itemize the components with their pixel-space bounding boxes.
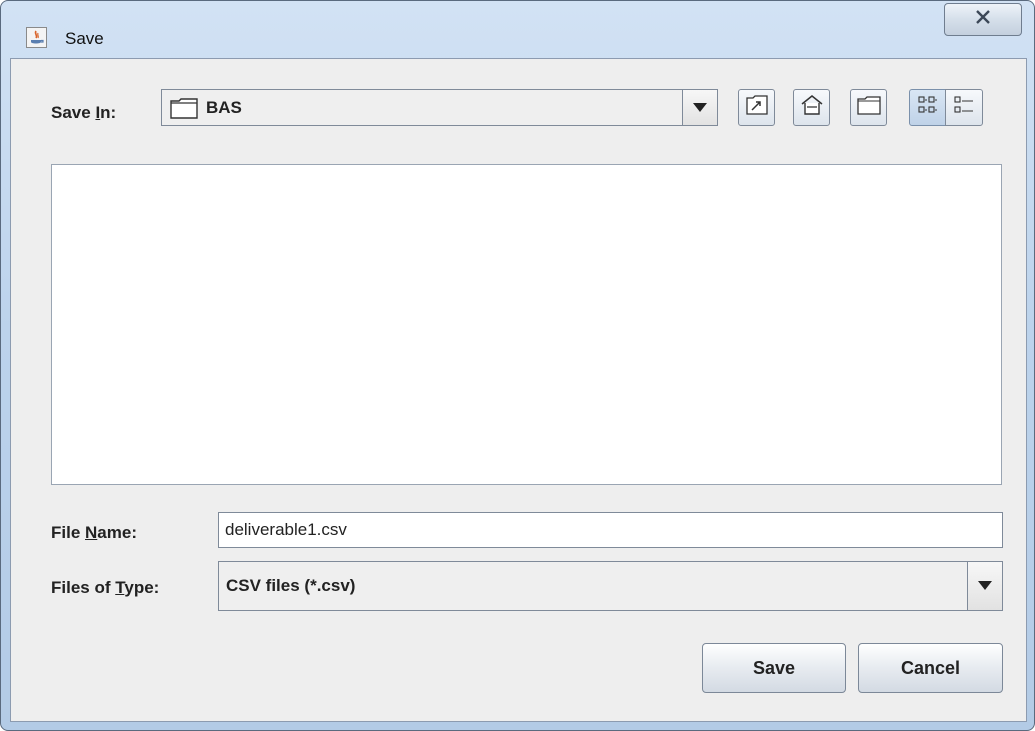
folder-icon [170, 97, 198, 119]
save-in-value: BAS [206, 97, 242, 117]
save-in-label: Save In: [51, 103, 117, 122]
close-icon [975, 10, 991, 29]
dialog-body: Save In: BAS File Name: deliverable1.csv… [10, 58, 1027, 722]
details-view-icon [953, 94, 975, 121]
details-view-button[interactable] [945, 89, 983, 126]
file-type-combo[interactable]: CSV files (*.csv) [218, 561, 1003, 611]
new-folder-icon [856, 95, 881, 120]
save-button[interactable]: Save [702, 643, 846, 693]
save-dialog-window: Save Save In: BAS File Name: deliverable… [0, 0, 1035, 731]
window-title: Save [65, 29, 104, 48]
file-type-label: Files of Type: [51, 578, 160, 597]
title-bar[interactable]: Save [1, 1, 1034, 48]
list-view-icon [917, 94, 939, 121]
file-name-input[interactable]: deliverable1.csv [218, 512, 1003, 548]
create-new-folder-button[interactable] [850, 89, 887, 126]
chevron-down-icon [693, 99, 707, 117]
home-button[interactable] [793, 89, 830, 126]
folder-up-icon [745, 95, 768, 120]
file-name-label: File Name: [51, 523, 137, 542]
list-view-button[interactable] [909, 89, 946, 126]
close-button[interactable] [944, 3, 1022, 36]
file-list[interactable] [51, 164, 1002, 485]
file-type-dropdown-button[interactable] [967, 562, 1002, 610]
save-in-dropdown-button[interactable] [682, 90, 717, 125]
up-one-level-button[interactable] [738, 89, 775, 126]
java-app-icon [26, 27, 47, 48]
chevron-down-icon [978, 577, 992, 595]
file-type-value: CSV files (*.csv) [226, 576, 356, 595]
home-icon [801, 94, 823, 121]
cancel-button[interactable]: Cancel [858, 643, 1003, 693]
save-in-combo[interactable]: BAS [161, 89, 718, 126]
